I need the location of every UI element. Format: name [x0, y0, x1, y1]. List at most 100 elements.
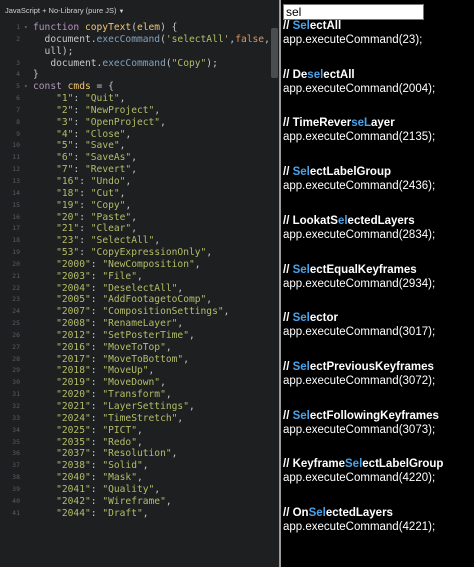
title-text: // [283, 263, 293, 276]
code-token: , [131, 211, 137, 223]
code-line[interactable]: 8 "3": "OpenProject", [0, 117, 268, 129]
code-text: "2040": "Mask", [33, 472, 143, 484]
code-text: "3": "OpenProject", [33, 117, 166, 129]
code-text: "2": "NewProject", [33, 105, 160, 117]
code-line[interactable]: 38 "2040": "Mask", [0, 472, 268, 484]
code-line[interactable]: 31 "2020": "Transform", [0, 389, 268, 401]
code-line[interactable]: 23 "2005": "AddFootagetoComp", [0, 294, 268, 306]
code-token: "2004" [33, 282, 91, 294]
code-line[interactable]: 7 "2": "NewProject", [0, 105, 268, 117]
code-line[interactable]: 11 "6": "SaveAs", [0, 152, 268, 164]
code-token: : [90, 495, 103, 507]
code-token: : [73, 128, 85, 140]
title-text: ectEqualKeyframes [309, 263, 417, 276]
entry-command[interactable]: app.executeCommand(3072); [283, 374, 473, 388]
code-line[interactable]: 14 "18": "Cut", [0, 188, 268, 200]
code-text: document.execCommand('selectAll',false,n [33, 34, 268, 46]
code-token: "SelectAll" [90, 235, 155, 247]
code-line[interactable]: 32 "2021": "LayerSettings", [0, 401, 268, 413]
result-entry: // SelectAll app.executeCommand(23); [283, 19, 473, 47]
code-token: "2037" [33, 448, 91, 460]
entry-command[interactable]: app.executeCommand(3073); [283, 423, 473, 437]
code-text: document.execCommand("Copy"); [33, 58, 218, 70]
code-line[interactable]: 41 "2044": "Draft", [0, 508, 268, 520]
line-number: 34 [12, 425, 20, 434]
code-line[interactable]: 3 document.execCommand("Copy"); [0, 58, 268, 70]
code-token: , [206, 247, 213, 259]
code-token: false [235, 33, 265, 45]
code-line[interactable]: 34 "2025": "PICT", [0, 425, 268, 437]
code-token: document. [33, 33, 97, 45]
code-line[interactable]: 35 "2035": "Redo", [0, 437, 268, 449]
code-line[interactable]: 40 "2042": "Wireframe", [0, 496, 268, 508]
editor-scrollbar[interactable] [270, 22, 279, 567]
editor-scrollbar-thumb[interactable] [271, 28, 278, 78]
code-line[interactable]: 36 "2037": "Resolution", [0, 448, 268, 460]
code-text: "20": "Paste", [33, 212, 137, 224]
code-line[interactable]: 1 ▾ function copyText(elem) { [0, 22, 268, 34]
language-selector[interactable]: JavaScript + No-Library (pure JS) ▼ [0, 0, 281, 22]
entry-command[interactable]: app.executeCommand(2934); [283, 277, 473, 291]
entry-command[interactable]: app.executeCommand(3017); [283, 325, 473, 339]
code-token: "23" [33, 235, 80, 247]
code-line[interactable]: 26 "2012": "SetPosterTime", [0, 330, 268, 342]
code-line[interactable]: 25 "2008": "RenameLayer", [0, 318, 268, 330]
code-line[interactable]: 10 "5": "Save", [0, 140, 268, 152]
code-line[interactable]: ull); [0, 46, 268, 58]
code-token: "2025" [33, 424, 91, 436]
fold-arrow-icon[interactable]: ▾ [24, 22, 28, 34]
result-entry: // OnSelectedLayers app.executeCommand(42… [283, 506, 473, 534]
code-line[interactable]: 20 "2000": "NewComposition", [0, 259, 268, 271]
code-line[interactable]: 39 "2041": "Quality", [0, 484, 268, 496]
code-text: "2020": "Transform", [33, 389, 172, 401]
code-line[interactable]: 18 "23": "SelectAll", [0, 235, 268, 247]
title-text: ectFollowingKeyframes [309, 409, 439, 422]
code-line[interactable]: 16 "20": "Paste", [0, 212, 268, 224]
line-number: 21 [12, 271, 20, 280]
result-entry: // Selector app.executeCommand(3017); [283, 311, 473, 339]
fold-arrow-icon[interactable]: ▾ [24, 81, 28, 93]
code-line[interactable]: 33 "2024": "TimeStretch", [0, 413, 268, 425]
line-number: 36 [12, 449, 20, 458]
code-line[interactable]: 29 "2018": "MoveUp", [0, 365, 268, 377]
entry-command[interactable]: app.executeCommand(2436); [283, 179, 473, 193]
code-text: "2041": "Quality", [33, 484, 160, 496]
code-line[interactable]: 22 "2004": "DeselectAll", [0, 283, 268, 295]
entry-command[interactable]: app.executeCommand(23); [283, 33, 473, 47]
search-input[interactable] [283, 4, 424, 20]
code-line[interactable]: 5 ▾ const cmds = { [0, 81, 268, 93]
code-text: } [33, 69, 39, 81]
code-token: : [73, 164, 85, 176]
code-area[interactable]: 1 ▾ function copyText(elem) {2 document.ex… [0, 22, 268, 567]
entry-command[interactable]: app.executeCommand(4221); [283, 520, 473, 534]
code-line[interactable]: 21 "2003": "File", [0, 271, 268, 283]
code-token: "CompositionSettings" [102, 306, 224, 318]
code-line[interactable]: 13 "16": "Undo", [0, 176, 268, 188]
code-line[interactable]: 27 "2016": "MoveToTop", [0, 342, 268, 354]
entry-command[interactable]: app.executeCommand(4220); [283, 471, 473, 485]
entry-command[interactable]: app.executeCommand(2135); [283, 130, 473, 144]
code-line[interactable]: 12 "7": "Revert", [0, 164, 268, 176]
code-line[interactable]: 15 "19": "Copy", [0, 200, 268, 212]
code-token: document. [33, 57, 103, 69]
code-line[interactable]: 2 document.execCommand('selectAll',false… [0, 34, 268, 46]
code-line[interactable]: 24 "2007": "CompositionSettings", [0, 306, 268, 318]
code-line[interactable]: 37 "2038": "Solid", [0, 460, 268, 472]
code-line[interactable]: 4} [0, 69, 268, 81]
code-token: "7" [33, 164, 74, 176]
code-line[interactable]: 28 "2017": "MoveToBottom", [0, 354, 268, 366]
entry-command[interactable]: app.executeCommand(2834); [283, 228, 473, 242]
code-line[interactable]: 17 "21": "Clear", [0, 223, 268, 235]
code-line[interactable]: 30 "2019": "MoveDown", [0, 377, 268, 389]
entry-command[interactable]: app.executeCommand(2004); [283, 82, 473, 96]
code-token: , [183, 353, 189, 365]
code-line[interactable]: 6 "1": "Quit", [0, 93, 268, 105]
code-editor-pane[interactable]: JavaScript + No-Library (pure JS) ▼ 1 ▾ fun… [0, 0, 281, 567]
line-number: 18 [12, 236, 20, 245]
entry-title: // SelectEqualKeyframes [283, 263, 473, 277]
code-line[interactable]: 9 "4": "Close", [0, 129, 268, 141]
code-line[interactable]: 19 "53": "CopyExpressionOnly", [0, 247, 268, 259]
code-token: ull); [33, 45, 74, 57]
code-text: "2021": "LayerSettings", [33, 401, 195, 413]
match-highlight: Sel [292, 166, 310, 179]
